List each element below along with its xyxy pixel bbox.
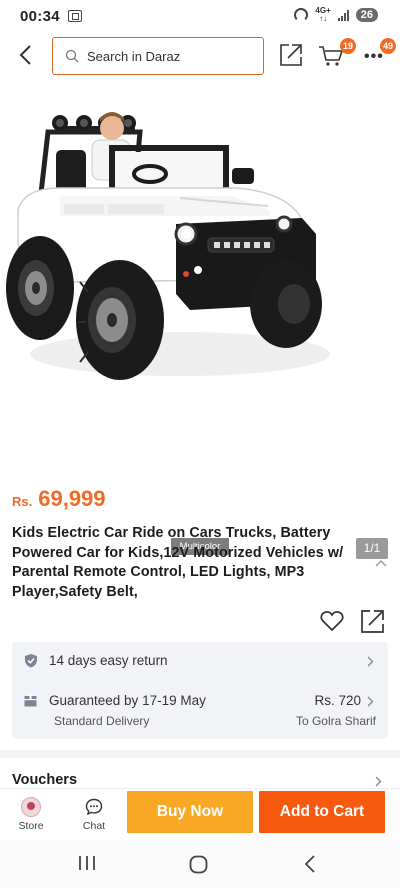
chevron-up-icon[interactable] <box>374 558 388 568</box>
delivery-type: Standard Delivery <box>54 714 150 728</box>
battery-indicator: 26 <box>355 8 378 22</box>
network-indicator: 4G+ ↑↓ <box>315 7 330 23</box>
system-navigation-bar <box>0 840 400 888</box>
nav-back-icon[interactable] <box>304 855 316 873</box>
screenshot-icon <box>67 10 82 22</box>
search-icon <box>65 49 79 63</box>
share-icon[interactable] <box>360 609 385 634</box>
delivery-card: 14 days easy return Guaranteed by 17-19 … <box>12 642 388 739</box>
shield-check-icon <box>25 654 37 668</box>
chevron-right-icon[interactable] <box>366 696 374 707</box>
share-icon[interactable] <box>279 43 303 67</box>
vouchers-heading[interactable]: Vouchers <box>12 772 77 788</box>
cart-button[interactable]: 19 <box>318 38 357 70</box>
return-policy-text: 14 days easy return <box>49 653 168 668</box>
product-image[interactable]: Multicolor 1/1 <box>0 92 400 559</box>
wishlist-heart-icon[interactable] <box>320 610 344 632</box>
return-policy-row[interactable]: 14 days easy return <box>24 653 168 668</box>
more-button[interactable]: ••• 49 <box>362 38 398 70</box>
section-divider <box>0 750 400 758</box>
cart-count-badge: 19 <box>340 38 357 54</box>
network-activity: ↑↓ <box>319 14 328 23</box>
chevron-right-icon[interactable] <box>366 656 374 667</box>
chat-label: Chat <box>82 820 106 832</box>
price: Rs. 69,999 <box>12 486 106 512</box>
chat-button[interactable]: Chat <box>72 798 116 842</box>
price-value: 69,999 <box>38 486 106 511</box>
buy-now-button[interactable]: Buy Now <box>127 791 253 833</box>
search-input[interactable]: Search in Daraz <box>52 37 264 75</box>
status-time: 00:34 <box>20 7 60 25</box>
signal-icon <box>337 9 349 21</box>
delivery-guarantee-text: Guaranteed by 17-19 May <box>49 693 206 708</box>
back-icon[interactable] <box>14 42 40 68</box>
ride-on-jeep-image <box>6 112 330 380</box>
notification-count-badge: 49 <box>380 38 397 54</box>
status-bar: 00:34 4G+ ↑↓ 26 <box>0 0 400 32</box>
store-label: Store <box>18 820 44 832</box>
delivery-box-icon <box>24 694 37 707</box>
delivery-fee: Rs. 720 <box>314 693 361 708</box>
search-placeholder: Search in Daraz <box>87 48 181 64</box>
delivery-location[interactable]: To Golra Sharif <box>296 714 376 728</box>
home-icon[interactable] <box>189 855 208 874</box>
price-currency: Rs. <box>12 494 33 509</box>
product-title: Kids Electric Car Ride on Cars Trucks, B… <box>12 525 344 600</box>
chevron-right-icon[interactable] <box>374 776 382 787</box>
chat-icon <box>85 798 103 816</box>
more-icon: ••• <box>364 48 384 65</box>
store-button[interactable]: Store <box>10 797 52 841</box>
header: Search in Daraz 19 ••• 49 <box>0 36 400 76</box>
status-indicators: 4G+ ↑↓ 26 <box>294 7 378 23</box>
delivery-row[interactable]: Guaranteed by 17-19 May <box>24 693 206 708</box>
hotspot-icon <box>294 8 309 22</box>
store-avatar <box>21 797 41 817</box>
bottom-action-bar: Store Chat Buy Now Add to Cart <box>0 788 400 840</box>
add-to-cart-button[interactable]: Add to Cart <box>259 791 385 833</box>
recent-apps-icon[interactable] <box>78 855 96 871</box>
